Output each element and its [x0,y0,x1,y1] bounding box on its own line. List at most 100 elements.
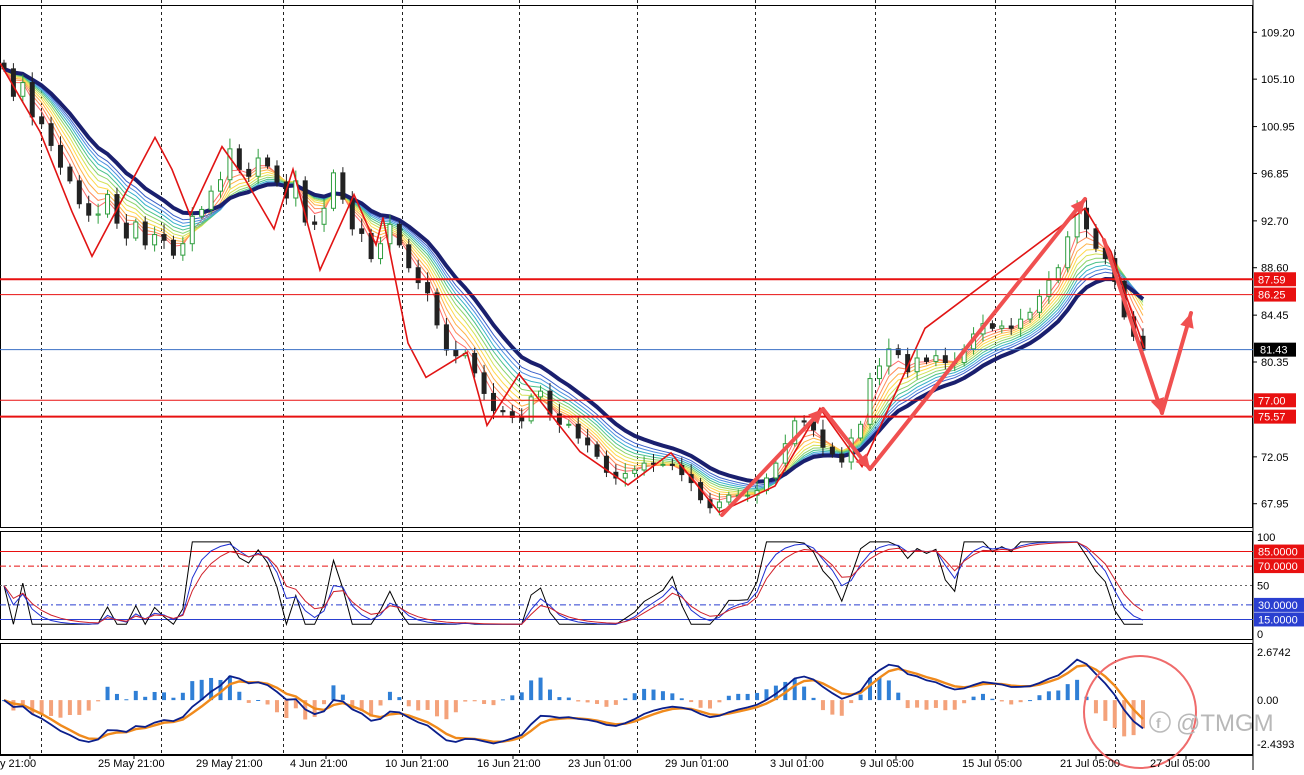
time-tick-label: 10 Jun 21:00 [385,758,449,770]
macd-histogram-bar [886,680,891,701]
macd-histogram-bar [180,692,185,701]
macd-histogram-bar [999,700,1004,702]
candle-body [443,324,449,351]
time-tick-label: y 21:00 [0,758,36,770]
candle-body [538,390,544,398]
candle-body [227,148,233,181]
macd-histogram-bar [717,700,722,703]
macd-histogram-bar [632,693,637,701]
candle-body [1093,228,1099,249]
macd-histogram-bar [331,685,336,701]
macd-histogram-bar [736,693,741,701]
candle-body [1065,236,1071,269]
macd-histogram-bar [651,689,656,701]
macd-histogram-bar [566,697,571,701]
macd-histogram-bar [755,692,760,701]
price-tick-label: 96.85 [1261,168,1289,180]
macd-histogram-bar [613,700,618,705]
slow-moving-average [3,67,1145,484]
ma-ribbon-line [3,68,1144,498]
macd-histogram-bar [406,700,411,707]
macd-histogram-bar [971,696,976,701]
trend-arrow-up-1 [720,407,825,517]
macd-histogram-bar [162,692,167,701]
time-tick-label: 16 Jun 21:00 [477,758,541,770]
macd-histogram-bar [1056,690,1061,701]
watermark-logo: f [1156,715,1161,731]
candle-body [161,234,167,241]
candle-body [76,180,82,205]
macd-histogram-bar [792,678,797,701]
macd-histogram-bar [820,700,825,711]
time-tick-label: 4 Jun 21:00 [290,758,348,770]
time-tick-label: 9 Jul 05:00 [860,758,914,770]
candle-body [575,423,581,439]
macd-histogram-bar [143,696,148,701]
price-tick-label: 80.35 [1261,357,1289,369]
price-tick-label: 92.70 [1261,216,1289,228]
trend-arrow-up-3 [1160,311,1194,415]
oscillator-level-label: 85.0000 [1258,547,1298,559]
macd-histogram-bar [265,700,270,705]
candle-body [839,453,845,463]
oscillator-line [3,541,1144,625]
candle-body [378,243,384,260]
time-tick-label: 29 Jun 01:00 [665,758,729,770]
candle-body [29,82,35,118]
macd-histogram-bar [491,700,496,706]
level-label: 87.59 [1258,274,1286,286]
macd-histogram-bar [576,700,581,702]
price-tick-label: 67.95 [1261,499,1289,511]
macd-histogram-bar [39,700,44,714]
macd-histogram-bar [96,700,101,702]
level-label: 86.25 [1258,290,1286,302]
candle-body [914,357,920,373]
candle-body [481,372,487,394]
macd-histogram-bar [246,700,251,703]
oscillator-level-label: 70.0000 [1258,561,1298,573]
macd-histogram-bar [256,699,261,701]
macd-histogram-bar [896,692,901,701]
macd-histogram-bar [378,700,383,706]
macd-histogram-bar [152,691,157,701]
arrow-shaft [1160,311,1193,415]
time-tick-label: 29 May 21:00 [196,758,263,770]
candle-body [236,148,242,170]
macd-histogram-bar [858,694,863,701]
candle-body [208,190,214,210]
macd-histogram-bar [237,691,242,701]
candle-body [406,244,412,269]
ma-ribbon-line [3,68,1144,486]
macd-histogram-bar [1093,700,1098,714]
macd-tick-label: 2.6742 [1257,647,1291,659]
macd-histogram-bar [519,692,524,701]
macd-histogram-bar [133,690,138,701]
candle-body [660,463,666,466]
macd-histogram-bar [114,693,119,701]
macd-histogram-bar [284,700,289,719]
current-price-label: 81.43 [1260,345,1288,357]
candle-body [1018,318,1024,329]
trend-arrow-up-2 [868,197,1087,471]
candle-body [490,392,496,412]
candle-body [942,355,948,364]
candle-body [255,157,261,177]
macd-histogram-bar [943,700,948,711]
macd-histogram-bar [547,689,552,701]
macd-signal-line [3,663,1144,744]
macd-histogram-bar [397,697,402,701]
oscillator-tick-label: 100 [1257,532,1275,544]
macd-histogram-bar [670,693,675,701]
trading-chart: 87.59 86.25 77.00 75.57 81.43 109.20 105.10 100… [0,0,1304,770]
watermark-text: @TMGM [1176,710,1274,737]
macd-histogram-bar [745,693,750,701]
candle-body [48,123,54,146]
time-tick-label: 21 Jul 05:00 [1060,758,1120,770]
macd-histogram-bar [105,686,110,701]
macd-histogram-bar [444,700,449,720]
oscillator-level-label: 15.0000 [1258,614,1298,626]
macd-histogram-bar [322,700,327,705]
macd-histogram-bar [924,700,929,710]
price-tick-label: 109.20 [1261,27,1295,39]
macd-histogram-bar [510,695,515,701]
